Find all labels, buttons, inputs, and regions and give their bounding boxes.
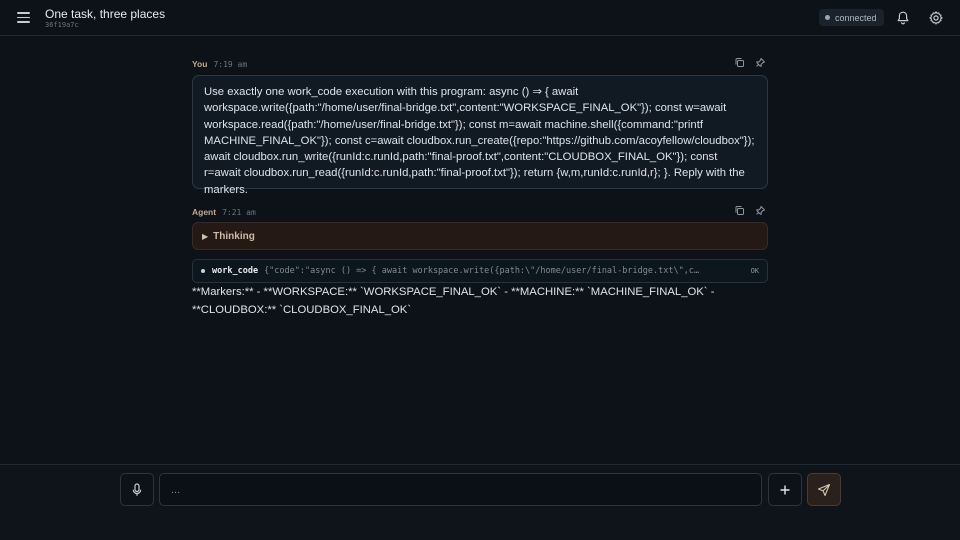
- tool-name: work_code: [212, 266, 259, 276]
- tool-status-badge: OK: [750, 267, 759, 275]
- microphone-button[interactable]: [120, 473, 154, 506]
- microphone-icon: [132, 482, 142, 496]
- expand-triangle-icon: ▶: [202, 231, 209, 241]
- pin-icon[interactable]: [755, 205, 766, 216]
- copy-icon[interactable]: [734, 57, 745, 68]
- message-author: Agent: [192, 207, 217, 217]
- add-attachment-button[interactable]: [768, 473, 802, 506]
- pin-icon[interactable]: [755, 57, 766, 68]
- status-dot-icon: [825, 15, 830, 20]
- tool-args: {"code":"async () => { await workspace.w…: [264, 266, 705, 276]
- send-icon: [817, 483, 831, 496]
- menu-icon[interactable]: [15, 9, 33, 27]
- agent-message-text: **Markers:** - **WORKSPACE:** `WORKSPACE…: [192, 286, 715, 316]
- message-input[interactable]: [159, 473, 762, 506]
- message-time: 7:19 am: [213, 60, 248, 69]
- tool-call-row[interactable]: work_code {"code":"async () => { await w…: [192, 259, 768, 283]
- thinking-toggle[interactable]: ▶ Thinking: [192, 222, 768, 250]
- user-message-header: You 7:19 am: [192, 59, 247, 69]
- top-bar: One task, three places 36f19a7c connecte…: [0, 0, 960, 36]
- connection-status-badge: connected: [819, 9, 884, 26]
- thinking-label: Thinking: [213, 230, 255, 242]
- send-button[interactable]: [807, 473, 841, 506]
- user-message-bubble: Use exactly one work_code execution with…: [192, 75, 768, 196]
- copy-icon[interactable]: [734, 205, 745, 216]
- status-label: connected: [835, 12, 877, 23]
- tool-status-dot-icon: [201, 269, 205, 273]
- plus-icon: [780, 485, 790, 494]
- conversation-id: 36f19a7c: [45, 21, 79, 29]
- agent-message-header: Agent 7:21 am: [192, 207, 256, 217]
- bell-icon[interactable]: [895, 10, 911, 26]
- gear-icon[interactable]: [928, 10, 944, 26]
- message-time: 7:21 am: [222, 208, 256, 217]
- message-author: You: [192, 59, 208, 69]
- conversation-title: One task, three places: [45, 7, 166, 21]
